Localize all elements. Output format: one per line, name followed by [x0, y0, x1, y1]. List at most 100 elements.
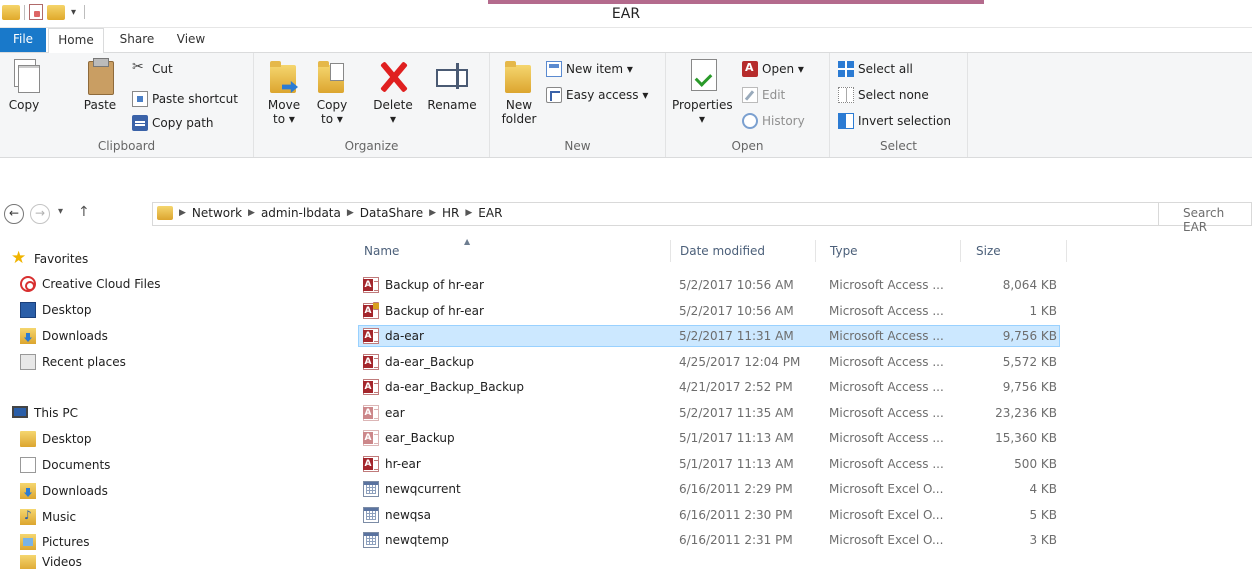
table-row[interactable]: da-ear 5/2/2017 11:31 AM Microsoft Access … — [358, 325, 1060, 347]
column-divider[interactable] — [960, 240, 961, 262]
file-size: 4 KB — [1029, 482, 1057, 496]
nav-item-music[interactable]: Music — [20, 506, 76, 528]
delete-button[interactable]: Delete ▾ — [370, 57, 416, 126]
file-name: newqcurrent — [385, 482, 461, 496]
tab-file[interactable]: File — [0, 28, 46, 52]
copy-button[interactable]: Copy — [2, 57, 46, 112]
table-row[interactable]: hr-ear 5/1/2017 11:13 AM Microsoft Access … — [358, 453, 1060, 475]
nav-item-pictures[interactable]: Pictures — [20, 531, 90, 553]
column-header-date[interactable]: Date modified — [680, 236, 810, 266]
breadcrumb-item[interactable]: DataShare — [360, 206, 423, 220]
up-arrow-icon[interactable]: ↑ — [78, 204, 90, 220]
rename-button[interactable]: Rename — [426, 57, 478, 112]
column-divider[interactable] — [670, 240, 671, 262]
history-button[interactable]: History — [742, 111, 805, 131]
move-to-button[interactable]: Move to ▾ — [264, 57, 304, 126]
table-row[interactable]: da-ear_Backup_Backup 4/21/2017 2:52 PM Mic… — [358, 376, 1060, 398]
chevron-right-icon[interactable]: ▶ — [465, 208, 472, 218]
nav-item-label: Downloads — [42, 329, 108, 343]
breadcrumb-item[interactable]: Network — [192, 206, 242, 220]
nav-item-downloads[interactable]: Downloads — [20, 325, 108, 347]
cut-button[interactable]: Cut — [132, 59, 173, 79]
delete-dropdown-chevron[interactable]: ▾ — [390, 112, 396, 126]
table-row[interactable]: newqtemp 6/16/2011 2:31 PM Microsoft Excel… — [358, 529, 1060, 551]
new-folder-button[interactable]: New folder — [498, 57, 540, 126]
tab-share[interactable]: Share — [112, 28, 162, 52]
nav-item-label: Pictures — [42, 535, 90, 549]
nav-item-label: Creative Cloud Files — [42, 277, 161, 291]
nav-this-pc[interactable]: This PC — [12, 402, 78, 424]
new-folder-label-2: folder — [501, 112, 537, 126]
file-name: hr-ear — [385, 456, 421, 471]
chevron-right-icon[interactable]: ▶ — [248, 208, 255, 218]
nav-item-documents[interactable]: Documents — [19, 454, 110, 476]
breadcrumb-item[interactable]: admin-lbdata — [261, 206, 341, 220]
new-item-button[interactable]: New item ▾ — [546, 59, 633, 79]
properties-button[interactable]: Properties ▾ — [672, 57, 733, 126]
nav-item-creative-cloud[interactable]: Creative Cloud Files — [20, 273, 161, 295]
invert-selection-button[interactable]: Invert selection — [838, 111, 951, 131]
paste-button[interactable]: Paste — [76, 57, 124, 112]
nav-item-pc-downloads[interactable]: Downloads — [20, 480, 108, 502]
column-header-name[interactable]: Name — [364, 236, 664, 266]
file-name: newqtemp — [385, 533, 449, 547]
file-date-modified: 6/16/2011 2:29 PM — [679, 482, 793, 496]
file-date-modified: 5/2/2017 10:56 AM — [679, 303, 794, 318]
select-none-button[interactable]: Select none — [838, 85, 929, 105]
table-row[interactable]: newqsa 6/16/2011 2:30 PM Microsoft Excel O… — [358, 504, 1060, 526]
file-date-modified: 5/2/2017 10:56 AM — [679, 278, 794, 292]
table-row[interactable]: Backup of hr-ear 5/2/2017 10:56 AM Microso… — [358, 300, 1060, 322]
tab-view[interactable]: View — [168, 28, 214, 52]
column-divider[interactable] — [1066, 240, 1067, 262]
breadcrumb-item[interactable]: EAR — [478, 206, 502, 220]
select-all-button[interactable]: Select all — [838, 59, 913, 79]
file-type: Microsoft Access ... — [829, 456, 944, 471]
nav-item-pc-desktop[interactable]: Desktop — [20, 428, 92, 450]
file-size: 5 KB — [1029, 507, 1057, 522]
copy-path-label: Copy path — [152, 116, 214, 130]
chevron-right-icon[interactable]: ▶ — [347, 208, 354, 218]
search-input[interactable]: Search EAR — [1158, 202, 1252, 234]
copy-path-button[interactable]: Copy path — [132, 113, 214, 133]
table-row[interactable]: newqcurrent 6/16/2011 2:29 PM Microsoft Ex… — [358, 478, 1060, 500]
new-group: New folder New item ▾ Easy access ▾ New — [490, 53, 666, 157]
paste-shortcut-button[interactable]: Paste shortcut — [132, 89, 238, 109]
address-bar[interactable]: ▶ Network ▶ admin-lbdata ▶ DataShare ▶ H… — [152, 202, 1252, 226]
file-size: 500 KB — [1014, 456, 1057, 471]
nav-item-recent-places[interactable]: Recent places — [20, 351, 126, 373]
chevron-right-icon[interactable]: ▶ — [429, 208, 436, 218]
table-row[interactable]: ear_Backup 5/1/2017 11:13 AM Microsoft Acc… — [358, 427, 1060, 449]
access-icon — [363, 277, 379, 293]
properties-dropdown-chevron[interactable]: ▾ — [699, 112, 705, 126]
nav-item-desktop[interactable]: Desktop — [20, 299, 92, 321]
forward-button[interactable]: → — [30, 204, 50, 224]
tab-home[interactable]: Home — [48, 28, 104, 53]
chevron-right-icon[interactable]: ▶ — [179, 208, 186, 218]
column-header-type[interactable]: Type — [830, 236, 950, 266]
edit-button[interactable]: Edit — [742, 85, 785, 105]
copy-to-button[interactable]: Copy to ▾ — [312, 57, 352, 126]
nav-favorites[interactable]: Favorites — [11, 248, 88, 270]
table-row[interactable]: ear 5/2/2017 11:35 AM Microsoft Access ...… — [358, 402, 1060, 424]
file-name: Backup of hr-ear — [385, 278, 484, 292]
column-header-size[interactable]: Size — [976, 236, 1056, 266]
copy-icon — [8, 57, 40, 95]
downloads-icon — [20, 328, 36, 344]
copy-label: Copy — [8, 98, 40, 112]
back-button[interactable]: ← — [4, 204, 24, 224]
easy-access-button[interactable]: Easy access ▾ — [546, 85, 648, 105]
nav-item-label: Desktop — [42, 432, 92, 446]
access-icon — [363, 455, 379, 472]
breadcrumb-item[interactable]: HR — [442, 206, 459, 220]
table-row[interactable]: da-ear_Backup 4/25/2017 12:04 PM Microsoft… — [358, 351, 1060, 373]
column-divider[interactable] — [815, 240, 816, 262]
file-type: Microsoft Access ... — [829, 380, 944, 394]
file-size: 9,756 KB — [1002, 329, 1057, 343]
table-row[interactable]: Backup of hr-ear 5/2/2017 10:56 AM Microso… — [358, 274, 1060, 296]
recent-locations-chevron-icon[interactable]: ▾ — [58, 206, 63, 217]
nav-item-videos[interactable]: Videos — [20, 555, 82, 569]
open-button[interactable]: Open ▾ — [742, 59, 804, 79]
downloads-icon — [20, 483, 36, 499]
file-name: da-ear — [385, 329, 424, 343]
videos-icon — [20, 555, 36, 569]
